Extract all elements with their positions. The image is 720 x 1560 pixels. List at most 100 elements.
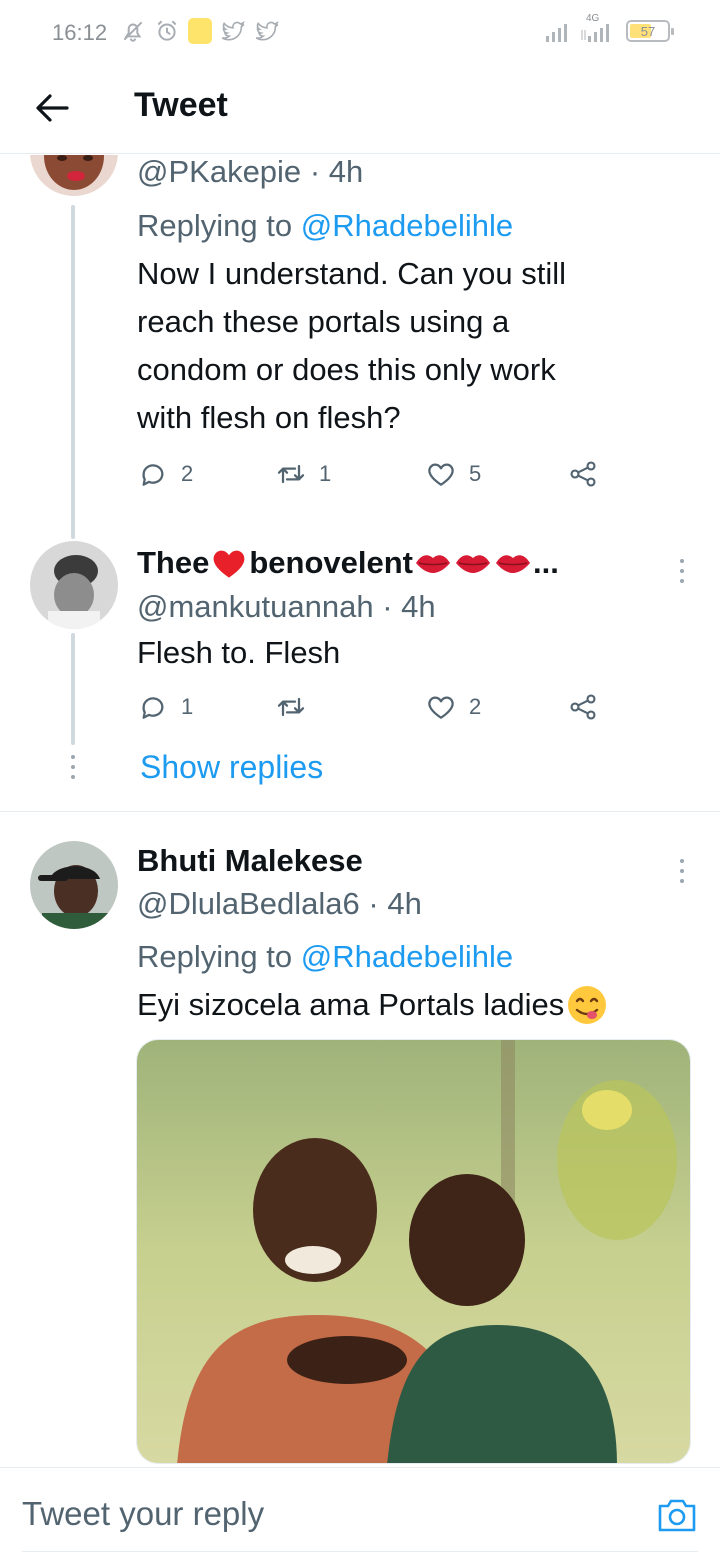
avatar-photo bbox=[30, 841, 118, 929]
battery-percent: 57 bbox=[640, 23, 656, 39]
back-button[interactable] bbox=[28, 84, 76, 132]
top-app-bar: Tweet bbox=[0, 66, 720, 154]
share-button[interactable] bbox=[567, 458, 599, 490]
replying-to-handle-link[interactable]: @Rhadebelihle bbox=[301, 939, 513, 974]
more-vertical-icon bbox=[679, 559, 685, 583]
replying-to-handle-link[interactable]: @Rhadebelihle bbox=[301, 208, 513, 243]
more-vertical-icon bbox=[679, 859, 685, 883]
divider bbox=[0, 811, 720, 812]
reply-count: 1 bbox=[181, 694, 194, 719]
battery-icon: 57 bbox=[626, 20, 674, 42]
more-options-button[interactable] bbox=[670, 551, 694, 591]
retweet-count: 1 bbox=[319, 461, 332, 486]
reply-button[interactable]: 2 bbox=[137, 458, 193, 490]
tweet-text: Flesh to. Flesh bbox=[137, 635, 341, 670]
tweet-text: Now I understand. Can you still reach th… bbox=[137, 250, 697, 442]
twitter-icon bbox=[255, 20, 279, 41]
replying-to-prefix: Replying to bbox=[137, 939, 301, 974]
alarm-icon bbox=[157, 20, 177, 41]
avatar[interactable] bbox=[30, 841, 118, 929]
kiss-mark-emoji-icon bbox=[416, 555, 451, 573]
meta-separator: · bbox=[309, 155, 321, 189]
page-title: Tweet bbox=[134, 86, 228, 124]
tweet-handle[interactable]: @mankutuannah bbox=[137, 589, 374, 624]
reply-composer-bar: Tweet your reply bbox=[0, 1467, 720, 1560]
avatar[interactable] bbox=[30, 155, 118, 196]
status-icons-right: 4G 57 bbox=[544, 13, 674, 44]
retweet-button[interactable] bbox=[275, 691, 319, 723]
display-name-part: Thee bbox=[137, 545, 210, 580]
app-notification-icon bbox=[188, 18, 212, 44]
tweet-text-line: Now I understand. Can you still bbox=[137, 256, 567, 291]
tweet-text-line: condom or does this only work bbox=[137, 352, 556, 387]
tweet-text-line: reach these portals using a bbox=[137, 304, 510, 339]
like-button[interactable]: 5 bbox=[425, 458, 481, 490]
replying-to-prefix: Replying to bbox=[137, 208, 301, 243]
display-name[interactable]: Thee benovelent ... bbox=[137, 545, 559, 581]
retweet-icon bbox=[277, 697, 305, 717]
like-count: 2 bbox=[469, 694, 482, 719]
tweet-photo bbox=[137, 1040, 690, 1463]
show-replies-link[interactable]: Show replies bbox=[140, 749, 323, 786]
reply-input[interactable]: Tweet your reply bbox=[22, 1490, 622, 1538]
avatar[interactable] bbox=[30, 541, 118, 629]
arrow-left-icon bbox=[36, 94, 69, 122]
thread-more-dots bbox=[70, 755, 76, 779]
like-button[interactable]: 2 bbox=[425, 691, 481, 723]
avatar-photo bbox=[30, 155, 118, 196]
tweet-actions: 1 2 bbox=[137, 691, 617, 731]
camera-button[interactable] bbox=[656, 1494, 698, 1534]
signal-icon bbox=[546, 24, 567, 42]
tweet-time[interactable]: 4h bbox=[401, 589, 435, 624]
tweet-handle[interactable]: @DlulaBedlala6 bbox=[137, 886, 360, 921]
meta-separator: · bbox=[382, 589, 393, 624]
thread-line bbox=[71, 205, 75, 539]
avatar-photo bbox=[30, 541, 118, 629]
retweet-button[interactable]: 1 bbox=[275, 458, 331, 490]
tweet-meta: @PKakepie · 4h bbox=[137, 155, 363, 196]
kiss-mark-emoji-icon bbox=[496, 555, 531, 573]
replying-to: Replying to @Rhadebelihle bbox=[137, 933, 513, 981]
reply-icon bbox=[142, 464, 164, 486]
yum-face-emoji-icon bbox=[568, 986, 607, 1024]
heart-icon bbox=[428, 463, 454, 486]
status-bar: 16:12 4G 57 bbox=[0, 0, 720, 66]
display-name[interactable]: Bhuti Malekese bbox=[137, 843, 363, 879]
tweet-meta: @DlulaBedlala6 · 4h bbox=[137, 880, 422, 928]
heart-icon bbox=[428, 696, 454, 719]
retweet-icon bbox=[277, 464, 305, 484]
meta-separator: · bbox=[368, 886, 379, 921]
status-icons-left bbox=[120, 18, 280, 44]
reply-icon bbox=[142, 697, 164, 719]
display-name-part: benovelent bbox=[249, 545, 414, 580]
network-type-label: 4G bbox=[586, 13, 600, 24]
like-count: 5 bbox=[469, 461, 482, 486]
tweet-text-line: with flesh on flesh? bbox=[137, 400, 401, 435]
reply-count: 2 bbox=[181, 461, 194, 486]
twitter-icon bbox=[221, 20, 245, 41]
red-heart-emoji-icon bbox=[213, 550, 245, 578]
replying-to: Replying to @Rhadebelihle bbox=[137, 202, 513, 250]
tweet-time[interactable]: 4h bbox=[387, 886, 421, 921]
status-time: 16:12 bbox=[52, 20, 108, 45]
tweet-meta: @mankutuannah · 4h bbox=[137, 583, 436, 631]
tweet-text-content: Eyi sizocela ama Portals ladies bbox=[137, 987, 565, 1022]
share-icon bbox=[570, 694, 596, 720]
notifications-off-icon bbox=[123, 21, 143, 42]
display-name-ellipsis: ... bbox=[533, 545, 559, 580]
signal-4g-icon: 4G bbox=[580, 13, 618, 44]
tweet-text: Eyi sizocela ama Portals ladies bbox=[137, 981, 608, 1029]
reply-input-underline bbox=[22, 1551, 698, 1552]
more-options-button[interactable] bbox=[670, 851, 694, 891]
share-icon bbox=[570, 461, 596, 487]
tweet-actions: 2 1 5 bbox=[137, 458, 617, 498]
camera-icon bbox=[658, 1499, 696, 1532]
tweet-time[interactable]: 4h bbox=[329, 155, 363, 189]
tweet-image[interactable] bbox=[136, 1039, 691, 1464]
reply-button[interactable]: 1 bbox=[137, 691, 193, 723]
tweet-handle[interactable]: @PKakepie bbox=[137, 155, 301, 189]
thread-line bbox=[71, 633, 75, 745]
share-button[interactable] bbox=[567, 691, 599, 723]
kiss-mark-emoji-icon bbox=[456, 555, 491, 573]
tweet-thread[interactable]: @PKakepie · 4h Replying to @Rhadebelihle… bbox=[0, 155, 720, 1467]
